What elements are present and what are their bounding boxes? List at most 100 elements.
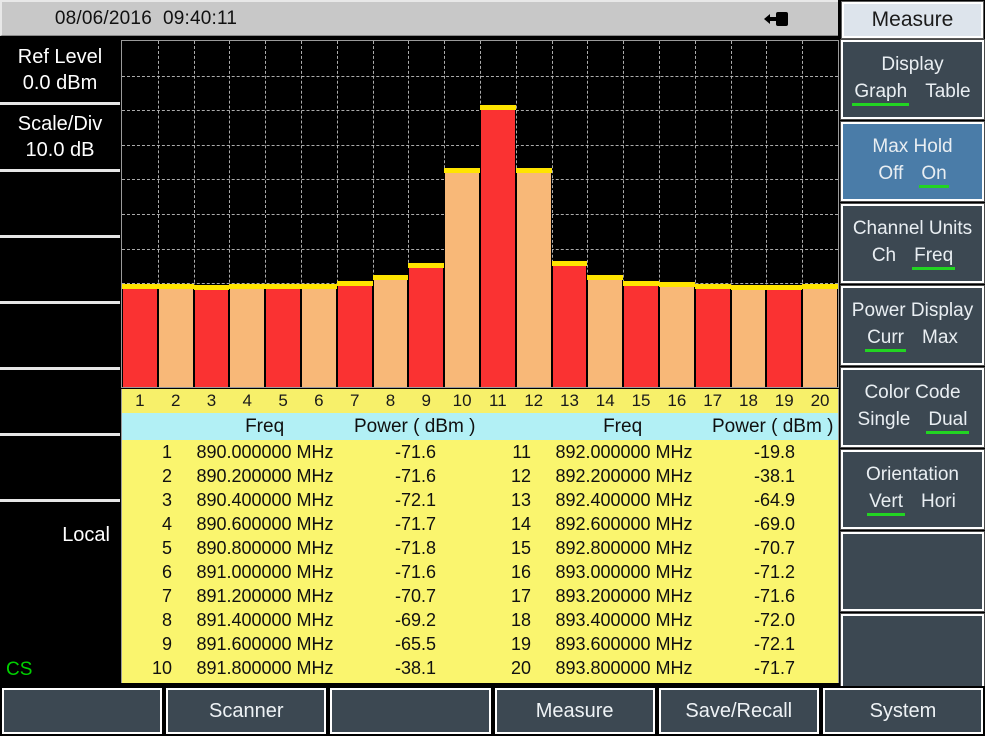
left-panel-blank-2[interactable] (0, 238, 120, 304)
spectrum-graph[interactable] (121, 40, 839, 388)
bottom-button-scanner[interactable]: Scanner (166, 688, 326, 734)
cell-channel-index: 17 (481, 586, 539, 607)
softkey-options: Curr Max (865, 327, 960, 352)
cell-frequency: 892.600000 MHz (539, 514, 709, 535)
softkey-option-dual[interactable]: Dual (926, 409, 969, 434)
max-hold-cap (659, 282, 695, 287)
header-power-right: Power ( dBm ) (707, 413, 838, 440)
bar-slot (373, 41, 409, 387)
channel-bar (552, 266, 588, 387)
table-row[interactable]: 5890.800000 MHz-71.8 (122, 536, 481, 560)
bar-slot (158, 41, 194, 387)
bottom-button-save-recall[interactable]: Save/Recall (659, 688, 819, 734)
channel-number-label: 9 (408, 391, 444, 411)
table-row[interactable]: 15892.800000 MHz-70.7 (481, 536, 839, 560)
title-bar: 08/06/2016 09:40:11 (0, 0, 838, 36)
softkey-option-max[interactable]: Max (920, 327, 960, 352)
table-row[interactable]: 20893.800000 MHz-71.7 (481, 656, 839, 680)
cs-indicator: CS (6, 659, 32, 681)
softkey-options: Ch Freq (870, 245, 955, 270)
time-text: 09:40:11 (163, 8, 237, 29)
bottom-menu-bar: Scanner MeasureSave/RecallSystem (0, 686, 985, 736)
cell-frequency: 893.800000 MHz (539, 658, 709, 679)
softkey-option-vert[interactable]: Vert (867, 491, 905, 516)
table-row[interactable]: 2890.200000 MHz-71.6 (122, 464, 481, 488)
table-row[interactable]: 1890.000000 MHz-71.6 (122, 440, 481, 464)
softkey-option-table[interactable]: Table (923, 81, 972, 106)
softkey-option-on[interactable]: On (919, 163, 948, 188)
table-row[interactable]: 14892.600000 MHz-69.0 (481, 512, 839, 536)
channel-bar (229, 289, 265, 387)
table-row[interactable]: 10891.800000 MHz-38.1 (122, 656, 481, 680)
bottom-button-measure[interactable]: Measure (495, 688, 655, 734)
table-row[interactable]: 4890.600000 MHz-71.7 (122, 512, 481, 536)
bar-slot (122, 41, 158, 387)
softkey-display[interactable]: DisplayGraphTable (841, 40, 984, 119)
softkey-option-single[interactable]: Single (856, 409, 913, 434)
softkey-power-display[interactable]: Power Display Curr Max (841, 286, 984, 365)
max-hold-cap (516, 168, 552, 173)
left-panel-blank-1[interactable] (0, 172, 120, 238)
header-index-left (122, 413, 180, 440)
softkey-channel-units[interactable]: Channel UnitsChFreq (841, 204, 984, 283)
cell-power: -64.9 (709, 490, 839, 511)
softkey-options: Graph Table (852, 81, 972, 106)
softkey-option-curr[interactable]: Curr (865, 327, 906, 352)
table-row[interactable]: 19893.600000 MHz-72.1 (481, 632, 839, 656)
softkey-option-graph[interactable]: Graph (852, 81, 909, 106)
cell-channel-index: 4 (122, 514, 180, 535)
softkey-option-off[interactable]: Off (876, 163, 905, 188)
cell-power: -38.1 (350, 658, 481, 679)
softkey-empty-6[interactable] (841, 532, 984, 611)
table-row[interactable]: 13892.400000 MHz-64.9 (481, 488, 839, 512)
cell-frequency: 893.600000 MHz (539, 634, 709, 655)
max-hold-cap (623, 281, 659, 286)
table-row[interactable]: 6891.000000 MHz-71.6 (122, 560, 481, 584)
table-row[interactable]: 11892.000000 MHz-19.8 (481, 440, 839, 464)
table-row[interactable]: 8891.400000 MHz-69.2 (122, 608, 481, 632)
channel-bar (659, 287, 695, 387)
softkey-empty-7[interactable] (841, 614, 984, 693)
bottom-button-system[interactable]: System (823, 688, 983, 734)
ref-level-label: Ref Level (18, 44, 103, 70)
cell-channel-index: 8 (122, 610, 180, 631)
cell-power: -71.2 (709, 562, 839, 583)
softkey-option-ch[interactable]: Ch (870, 245, 898, 270)
channel-number-label: 8 (373, 391, 409, 411)
cell-channel-index: 11 (481, 442, 539, 463)
channel-number-label: 17 (695, 391, 731, 411)
ref-level-cell[interactable]: Ref Level 0.0 dBm (0, 38, 120, 105)
channel-power-table[interactable]: Freq Power ( dBm ) Freq Power ( dBm ) 18… (121, 413, 839, 683)
table-row[interactable]: 3890.400000 MHz-72.1 (122, 488, 481, 512)
table-row[interactable]: 9891.600000 MHz-65.5 (122, 632, 481, 656)
softkey-max-hold[interactable]: Max HoldOffOn (841, 122, 984, 201)
bar-slot (802, 41, 838, 387)
max-hold-cap (587, 275, 623, 280)
scale-div-cell[interactable]: Scale/Div 10.0 dB (0, 105, 120, 172)
softkey-orientation[interactable]: OrientationVertHori (841, 450, 984, 529)
softkey-option-freq[interactable]: Freq (912, 245, 955, 270)
softkey-option-hori[interactable]: Hori (919, 491, 958, 516)
cell-power: -71.7 (709, 658, 839, 679)
left-panel-blank-5[interactable] (0, 436, 120, 502)
softkey-title: Power Display (852, 299, 973, 323)
max-hold-cap (122, 284, 158, 289)
softkey-color-code[interactable]: Color CodeSingleDual (841, 368, 984, 447)
channel-bar (122, 289, 158, 387)
table-row[interactable]: 18893.400000 MHz-72.0 (481, 608, 839, 632)
channel-number-label: 6 (301, 391, 337, 411)
table-row[interactable]: 12892.200000 MHz-38.1 (481, 464, 839, 488)
measure-title-button[interactable]: Measure (842, 2, 983, 38)
bottom-button-empty-0[interactable] (2, 688, 162, 734)
cell-power: -71.6 (350, 466, 481, 487)
cell-power: -72.0 (709, 610, 839, 631)
table-row[interactable]: 16893.000000 MHz-71.2 (481, 560, 839, 584)
table-row[interactable]: 7891.200000 MHz-70.7 (122, 584, 481, 608)
bottom-button-empty-2[interactable] (330, 688, 490, 734)
bar-slot (587, 41, 623, 387)
cell-frequency: 891.600000 MHz (180, 634, 350, 655)
left-panel-blank-3[interactable] (0, 304, 120, 370)
bar-slot (408, 41, 444, 387)
table-row[interactable]: 17893.200000 MHz-71.6 (481, 584, 839, 608)
left-panel-blank-4[interactable] (0, 370, 120, 436)
